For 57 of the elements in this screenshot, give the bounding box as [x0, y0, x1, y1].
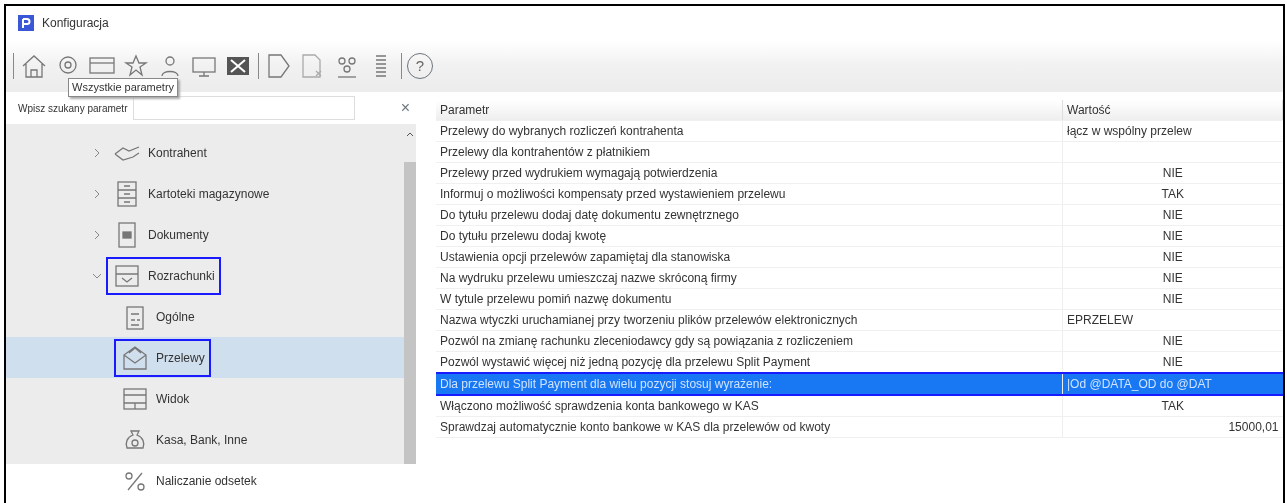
table-cell: NIE [1062, 246, 1283, 268]
table-row[interactable]: Ustawienia opcji przelewów zapamiętaj dla stanowiska NIE [436, 246, 1283, 268]
table-cell: Ustawienia opcji przelewów zapamiętaj dla stanowiska [436, 246, 1063, 268]
table-cell: Pozwól na zmianę rachunku zleceniodawcy gdy są powiązania z rozliczeniem [436, 330, 1063, 352]
tree-item[interactable]: Rozrachunki [106, 256, 221, 295]
table-cell: TAK [1062, 395, 1283, 417]
table-row[interactable]: Do tytułu przelewu dodaj kwotę NIE [436, 225, 1283, 247]
table-cell: NIE [1062, 330, 1283, 352]
table-row[interactable]: Na wydruku przelewu umieszczaj nazwe skróconą firmy NIE [436, 267, 1283, 289]
table-cell: Sprawdzaj automatycznie konto bankowe w KAS dla przelewów od kwoty [436, 416, 1063, 438]
column-header[interactable]: Wartość [1062, 100, 1283, 121]
tooltip: Wszystkie parametry [68, 78, 179, 97]
table-cell: Na wydruku przelewu umieszczaj nazwe skróconą firmy [436, 267, 1063, 289]
tree-item[interactable]: Kontrahent [106, 133, 213, 172]
table-cell: Do tytułu przelewu dodaj kwotę [436, 225, 1063, 247]
table-row[interactable]: Przelewy dla kontrahentów z płatnikiem [436, 141, 1283, 163]
column-header[interactable]: Parametr [436, 100, 1063, 121]
tree-item[interactable]: Naliczanie odsetek [114, 461, 263, 500]
table-row[interactable]: Pozwól na zmianę rachunku zleceniodawcy gdy są powiązania z rozliczeniem NIE [436, 330, 1283, 352]
table-cell: Przelewy dla kontrahentów z płatnikiem [436, 141, 1063, 163]
tree-item[interactable]: Ogólne [114, 297, 201, 336]
table-row[interactable]: W tytule przelewu pomiń nazwę dokumentu NIE [436, 288, 1283, 310]
window-title: Konfiguracja [42, 15, 109, 32]
table-cell: W tytule przelewu pomiń nazwę dokumentu [436, 288, 1063, 310]
table-cell: Włączono możliwość sprawdzenia konta bankowego w KAS [436, 395, 1063, 417]
table-cell: Nazwa wtyczki uruchamianej przy tworzeniu plików przelewów elektronicznych [436, 309, 1063, 331]
table-cell: Przelewy przed wydrukiem wymagają potwierdzenia [436, 162, 1063, 184]
tree-item[interactable]: Przelewy [114, 338, 211, 377]
tree-item[interactable]: Widok [114, 379, 196, 418]
tree-item[interactable]: Kartoteki magazynowe [106, 174, 276, 213]
table-cell: NIE [1062, 267, 1283, 289]
search-field[interactable] [133, 96, 356, 120]
table-cell: łącz w wspólny przelew [1062, 120, 1283, 142]
table-cell: NIE [1062, 204, 1283, 226]
tree-item[interactable]: Kasa, Bank, Inne [114, 420, 254, 459]
app-logo-icon [18, 15, 34, 31]
table-row[interactable]: Przelewy do wybranych rozliczeń kontrahenta łącz w wspólny przelew [436, 120, 1283, 142]
table-cell: |Od @DATA_OD do @DAT [1062, 373, 1283, 395]
table-row[interactable]: Włączono możliwość sprawdzenia konta bankowego w KAS TAK [436, 395, 1283, 417]
clear-button[interactable]: × [400, 96, 410, 120]
search-label: Wpisz szukany parametr [18, 101, 128, 116]
table-row[interactable]: Nazwa wtyczki uruchamianej przy tworzeniu plików przelewów elektronicznych EPRZELEW [436, 309, 1283, 331]
table-cell: NIE [1062, 288, 1283, 310]
table-cell: EPRZELEW [1062, 309, 1283, 331]
table-row[interactable]: Przelewy przed wydrukiem wymagają potwierdzenia NIE [436, 162, 1283, 184]
table-row[interactable]: Do tytułu przelewu dodaj datę dokumentu zewnętrznego NIE [436, 204, 1283, 226]
tree-item[interactable]: Dokumenty [106, 215, 215, 254]
table-cell: TAK [1062, 183, 1283, 205]
table-cell: Dla przelewu Split Payment dla wielu pozycji stosuj wyrażenie: [436, 373, 1063, 395]
table-row[interactable]: Sprawdzaj automatycznie konto bankowe w KAS dla przelewów od kwoty 15000,01 [436, 416, 1283, 438]
table-cell: NIE [1062, 225, 1283, 247]
table-row[interactable]: Informuj o możliwości kompensaty przed wystawieniem przelewu TAK [436, 183, 1283, 205]
table-cell: Przelewy do wybranych rozliczeń kontrahenta [436, 120, 1063, 142]
table-cell: NIE [1062, 162, 1283, 184]
table-cell: 15000,01 [1062, 416, 1283, 438]
table-cell: Do tytułu przelewu dodaj datę dokumentu zewnętrznego [436, 204, 1063, 226]
table-cell: Informuj o możliwości kompensaty przed wystawieniem przelewu [436, 183, 1063, 205]
